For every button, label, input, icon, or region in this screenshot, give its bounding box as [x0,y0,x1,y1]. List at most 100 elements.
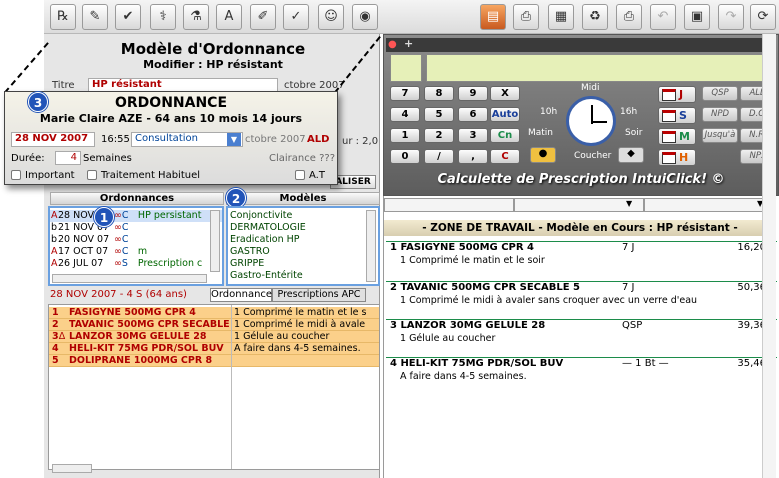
prescription-row[interactable]: 5 DOLIPRANE 1000MG CPR 8 [49,355,379,367]
clairance-label: Clairance ??? [269,153,335,164]
ordonnance-row[interactable]: A17 OCT 07 ∞C m [50,246,222,258]
calc-key[interactable]: X [490,86,520,101]
capsule-icon[interactable]: ◆ [618,147,644,163]
ordonnance-row[interactable]: A26 JUL 07 ∞S Prescription c [50,258,222,270]
at-checkbox[interactable]: A.T [295,170,325,181]
option-key[interactable]: NPD [702,107,738,122]
checkbox-icon [295,170,305,180]
day-key[interactable]: M [658,128,696,145]
tab-current[interactable]: 28 NOV 2007 - 4 S (64 ans) [50,288,208,302]
chevron-down-icon[interactable]: ▼ [227,133,241,146]
calc-display [426,54,774,82]
prescription-row[interactable]: 4 HELI-KIT 75MG PDR/SOL BUV A faire dans 4… [49,343,379,355]
day-key[interactable]: J [658,86,696,103]
scrollbar[interactable] [210,210,220,272]
calc-key[interactable]: 4 [390,107,420,122]
badge-3: 3 [28,92,48,112]
day-key[interactable]: H [658,149,696,166]
work-item-qty: — 1 Bt — [622,358,669,369]
document-icon[interactable]: ▣ [684,4,710,30]
work-item-price: 35,46 [737,358,766,369]
calc-key[interactable]: Auto [490,107,520,122]
calc-key[interactable]: 2 [424,128,454,143]
calc-key[interactable]: 8 [424,86,454,101]
day-key[interactable]: S [658,107,696,124]
calc-key[interactable]: Cn [490,128,520,143]
scrollbar[interactable] [52,274,207,283]
calc-key[interactable]: 9 [458,86,488,101]
add-icon[interactable]: + [404,37,413,50]
ordonnance-row[interactable]: A28 NOV 07 ∞C HP persistant [50,210,222,222]
ordonnance-row[interactable]: b20 NOV 07 ∞C [50,234,222,246]
edit-icon[interactable]: ✐ [250,4,276,30]
trash-icon[interactable]: ♻ [582,4,608,30]
redo-icon[interactable]: ↷ [718,4,744,30]
dosage-icon[interactable]: ⚗ [183,4,209,30]
modeles-list: Conjonctivite DERMATOLOGIE Eradication HP G… [226,206,380,286]
modeles-header[interactable]: Modèles [226,192,380,205]
modele-row[interactable]: Eradication HP [230,234,378,246]
scrollbar[interactable] [366,210,376,282]
ordonnance-row[interactable]: b21 NOV 07 ∞C [50,222,222,234]
check-icon[interactable]: ✔ [115,4,141,30]
prescription-row[interactable]: 1 FASIGYNE 500MG CPR 4 1 Comprimé le matin… [49,307,379,319]
modele-row[interactable]: Gastro-Entérite [230,270,378,282]
row-label: HP persistant [137,210,202,221]
modele-row[interactable]: GASTRO [230,246,378,258]
calc-key[interactable]: 7 [390,86,420,101]
close-icon[interactable]: ● [388,39,397,50]
option-key[interactable]: QSP [702,86,738,101]
vidal-icon[interactable]: ◉ [352,4,378,30]
presc-flag: Δ [58,331,66,342]
validate-icon[interactable]: ✓ [283,4,309,30]
calc-key[interactable]: 6 [458,107,488,122]
print-preview-icon[interactable]: ▦ [548,4,574,30]
scrollbar[interactable] [762,34,776,478]
printer-icon[interactable]: ⎙ [616,4,642,30]
date-field[interactable]: 28 NOV 2007 [11,132,95,147]
calc-key[interactable]: / [424,149,454,164]
traitement-checkbox[interactable]: Traitement Habituel [87,170,200,181]
presc-posology: 1 Comprimé le midi à avale [234,319,366,330]
calc-key[interactable]: , [458,149,488,164]
scrollbar[interactable] [52,464,92,473]
important-checkbox[interactable]: Important [11,170,75,181]
calc-key[interactable]: C [490,149,520,164]
portrait-icon[interactable]: ☺ [318,4,344,30]
prescription-icon[interactable]: ℞ [50,4,76,30]
modele-row[interactable]: Conjonctivite [230,210,378,222]
row-type: C [121,234,129,245]
pharmacy-icon[interactable]: ⚕ [150,4,176,30]
pill-icon[interactable]: ● [530,147,556,163]
ordonnances-list: A28 NOV 07 ∞C HP persistant b21 NOV 07 ∞C b20… [48,206,224,286]
time-field[interactable]: 16:55 [101,134,130,145]
titre-label: Titre [52,80,75,91]
atcd-icon[interactable]: A [216,4,242,30]
duree-field[interactable]: 4 [55,151,81,165]
print-icon[interactable]: ⎙ [513,4,539,30]
row-date: 20 NOV 07 [58,234,110,245]
calc-key[interactable]: 5 [424,107,454,122]
tab-prescriptions-apc[interactable]: Prescriptions APC [272,288,366,302]
undo-icon[interactable]: ↶ [650,4,676,30]
filter-select[interactable] [384,198,514,212]
work-zone-header: - ZONE DE TRAVAIL - Modèle en Cours : HP… [384,220,776,236]
calendar-icon [662,152,676,164]
modele-row[interactable]: DERMATOLOGIE [230,222,378,234]
filter-select[interactable] [514,198,644,212]
ordonnances-header[interactable]: Ordonnances [50,192,224,205]
prescription-row[interactable]: 3Δ LANZOR 30MG GELULE 28 1 Gélule au couch… [49,331,379,343]
option-key[interactable]: Jusqu'à [702,128,738,143]
work-item-price: 39,36 [737,320,766,331]
calc-key[interactable]: 3 [458,128,488,143]
patient-icon[interactable]: ✎ [82,4,108,30]
prescription-row[interactable]: 2 TAVANIC 500MG CPR SECABLE 1 Comprimé le … [49,319,379,331]
notebook-icon[interactable]: ▤ [480,4,506,30]
refresh-icon[interactable]: ⟳ [750,4,776,30]
calc-key[interactable]: 0 [390,149,420,164]
titre-field[interactable]: HP résistant [88,78,278,92]
calc-key[interactable]: 1 [390,128,420,143]
tab-ordonnance[interactable]: Ordonnance [210,288,272,302]
clock-icon[interactable] [566,96,616,146]
modele-row[interactable]: GRIPPE [230,258,378,270]
